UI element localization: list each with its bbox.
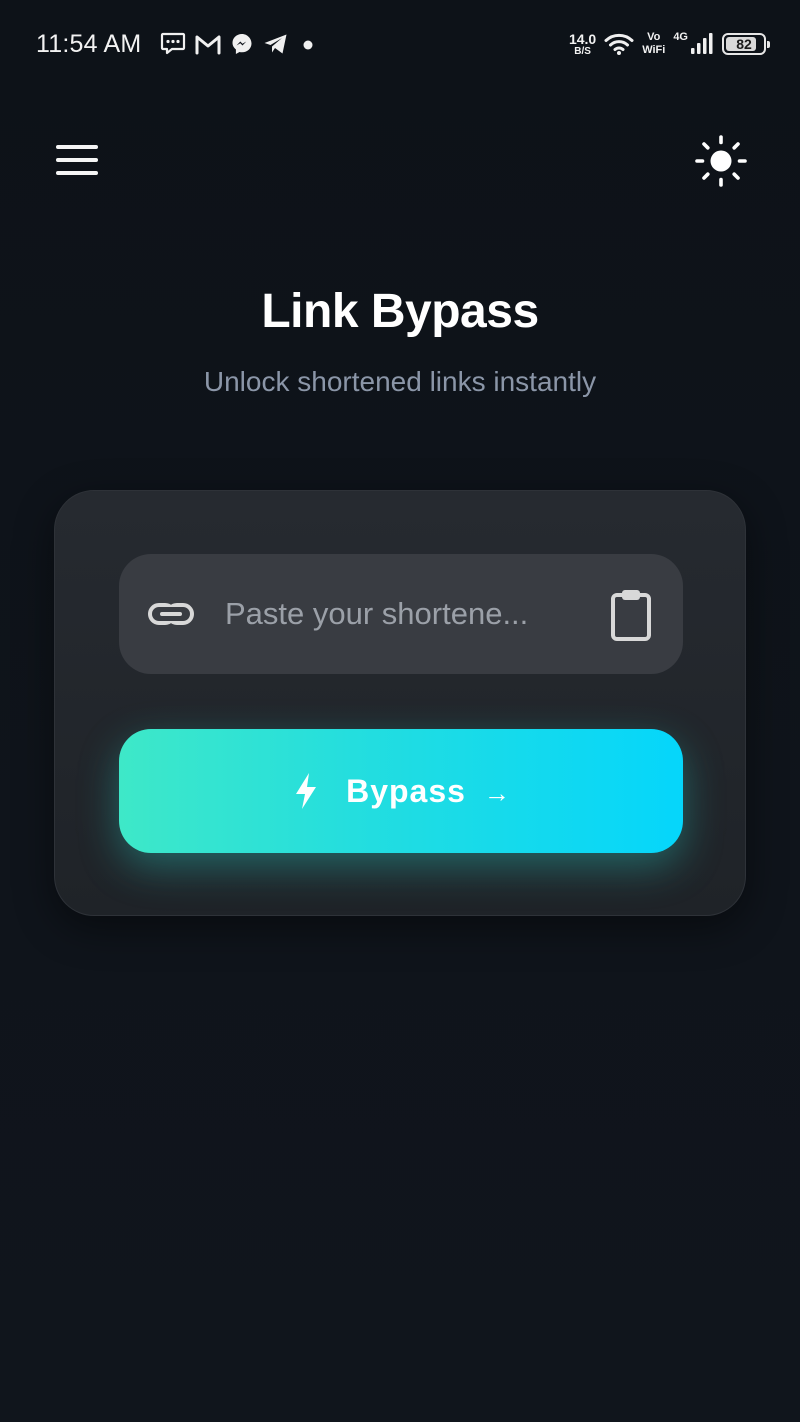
chat-icon	[160, 32, 186, 55]
theme-toggle-button[interactable]	[694, 134, 748, 188]
bolt-icon	[296, 773, 317, 809]
url-input[interactable]	[225, 584, 565, 644]
dot-icon	[303, 40, 313, 50]
vowifi-top: Vo	[647, 31, 661, 43]
page-subtitle: Unlock shortened links instantly	[203, 366, 597, 397]
telegram-icon	[264, 34, 287, 54]
app-screen: 11:54 AM 14.0 B/S Vo WiFi 4G 82 Link Byp…	[0, 0, 800, 1422]
bypass-card: Bypass →	[54, 490, 746, 916]
menu-button[interactable]	[56, 140, 104, 180]
status-bar: 11:54 AM 14.0 B/S Vo WiFi 4G 82	[0, 0, 800, 88]
vowifi-bottom: WiFi	[642, 44, 666, 56]
network-speed-unit: B/S	[574, 45, 591, 57]
wifi-icon	[604, 33, 634, 55]
network-type: 4G	[673, 31, 688, 43]
network-speed: 14.0 B/S	[569, 32, 596, 57]
gmail-icon	[195, 35, 221, 55]
url-field[interactable]	[119, 554, 683, 674]
messenger-icon	[232, 34, 252, 54]
vowifi-indicator: Vo WiFi	[642, 32, 665, 56]
notification-icons	[160, 30, 318, 58]
network-speed-value: 14.0	[568, 30, 597, 47]
paste-button[interactable]	[607, 588, 655, 642]
menu-icon-bar	[56, 145, 98, 149]
menu-icon-bar	[56, 171, 98, 175]
bypass-button[interactable]: Bypass →	[119, 729, 683, 853]
status-time: 11:54 AM	[36, 30, 142, 58]
battery-icon: 82	[722, 33, 770, 55]
signal-icon	[691, 33, 713, 54]
arrow-right-icon: →	[483, 777, 510, 808]
link-icon	[148, 603, 194, 625]
battery-level: 82	[736, 36, 752, 52]
status-right: 14.0 B/S Vo WiFi 4G 82	[569, 28, 770, 60]
bypass-button-label: Bypass	[346, 772, 466, 809]
page-title: Link Bypass	[261, 285, 539, 338]
menu-icon-bar	[56, 158, 98, 162]
clipboard-icon	[611, 590, 651, 641]
sun-icon	[695, 135, 747, 187]
